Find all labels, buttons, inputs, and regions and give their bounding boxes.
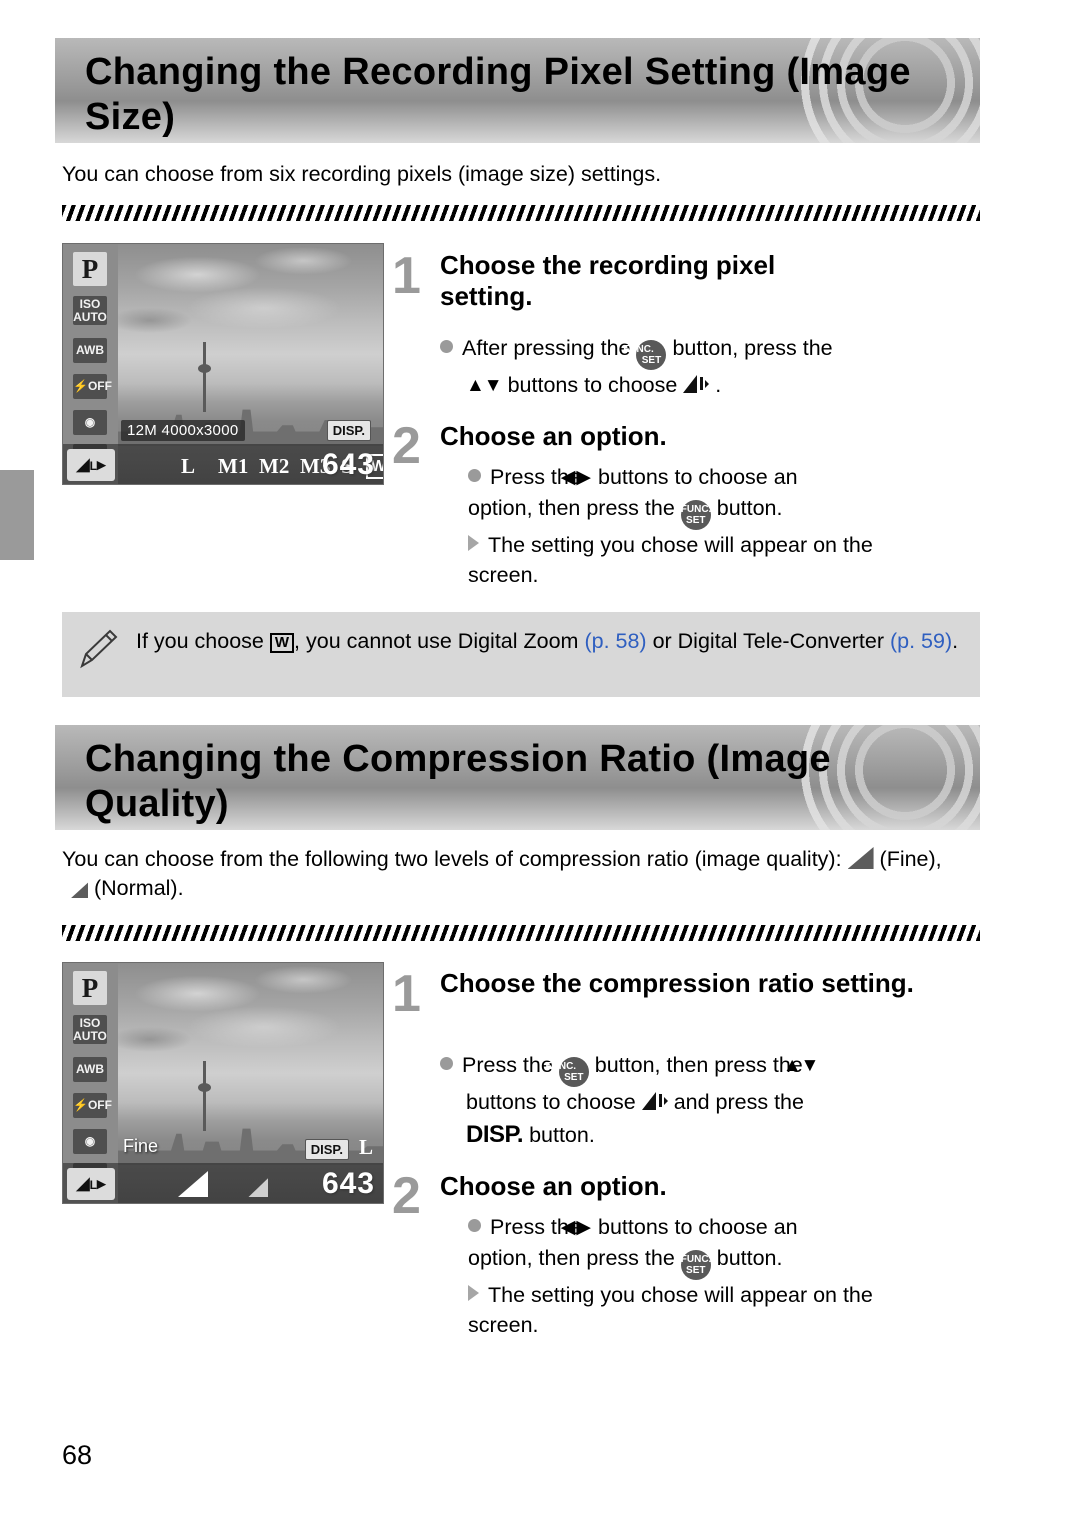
selected-quality-icon: ◢L▸	[67, 1168, 115, 1200]
note-box: If you choose W, you cannot use Digital …	[62, 612, 980, 697]
section2-step2-body: Press the ◀▶ buttons to choose an option…	[468, 1212, 988, 1341]
section1-step1-line1: After pressing the FUNC. SET button, pres…	[440, 333, 970, 370]
wide-option-icon: W	[269, 633, 295, 653]
shots-remaining: 643	[321, 1167, 375, 1200]
metering-icon: ◉	[73, 1129, 107, 1154]
func-set-button-icon: FUNC. SET	[623, 340, 667, 370]
side-chapter-tab	[0, 470, 34, 560]
bullet-dot-icon	[468, 469, 481, 482]
section2-step1-number: 1	[392, 965, 421, 1023]
iso-auto-icon: ISO AUTO	[73, 296, 107, 326]
section1-step1-title: Choose the recording pixel setting.	[440, 250, 776, 312]
mode-p-icon: P	[73, 971, 107, 1005]
func-set-button-icon: FUNC. SET	[680, 1249, 711, 1280]
section1-step2-body: Press the ◀▶ buttons to choose an option…	[468, 462, 988, 591]
bullet-dot-icon	[468, 1219, 481, 1232]
section1-step1-number: 1	[392, 247, 421, 305]
section1-heading-band: Changing the Recording Pixel Setting (Im…	[55, 38, 980, 143]
screen-tower	[198, 342, 211, 412]
section1-separator	[62, 205, 980, 221]
section1-intro: You can choose from six recording pixels…	[62, 162, 662, 186]
func-set-button-icon: FUNC. SET	[546, 1057, 589, 1087]
note-text: If you choose W, you cannot use Digital …	[136, 629, 959, 653]
bullet-dot-icon	[440, 1057, 453, 1070]
section2-camera-screen: P ISOAUTO AWB ⚡OFF ◉ ▭ Fine DISP. L ◢L▸ …	[62, 962, 384, 1204]
option-l: L	[181, 454, 196, 478]
disp-chip-extra-label: L	[358, 1135, 373, 1159]
section1-step2-title: Choose an option.	[440, 421, 667, 451]
option-m2: M2	[259, 454, 290, 478]
section2-step1-line3: DISP. button.	[466, 1120, 595, 1148]
disp-button-icon: DISP.	[466, 1120, 524, 1148]
section1-step2-number: 2	[392, 417, 421, 475]
section1-camera-screen: P ISOAUTO AWB ⚡OFF ◉ ▭ 12M 4000x3000 DIS…	[62, 243, 384, 485]
up-down-arrows-icon: ▲▼	[782, 1055, 820, 1076]
fine-quality-icon	[847, 847, 874, 869]
section2-step1-line2: buttons to choose and press the	[466, 1090, 804, 1114]
section2-step2-title: Choose an option.	[440, 1171, 667, 1201]
bullet-triangle-icon	[468, 1284, 479, 1301]
disp-chip-icon: DISP.	[326, 420, 371, 441]
flash-off-icon: ⚡OFF	[73, 1093, 112, 1118]
section2-intro: You can choose from the following two le…	[62, 847, 942, 901]
section2-step2-line1: Press the ◀▶ buttons to choose an	[468, 1212, 988, 1243]
section2-separator	[62, 925, 980, 941]
pencil-icon	[62, 612, 136, 672]
page-number: 68	[62, 1440, 93, 1470]
section1-heading: Changing the Recording Pixel Setting (Im…	[85, 51, 911, 138]
flash-off-icon: ⚡OFF	[73, 374, 112, 399]
func-set-button-icon: FUNC. SET	[680, 499, 711, 530]
bullet-triangle-icon	[468, 534, 479, 551]
bullet-dot-icon	[440, 340, 453, 353]
compression-info: Fine	[123, 1136, 159, 1156]
section2-step2-number: 2	[392, 1167, 421, 1225]
section1-step2-line1: Press the ◀▶ buttons to choose an	[468, 462, 988, 493]
mode-p-icon: P	[73, 252, 107, 286]
section1-step2-line3: The setting you chose will appear on the	[468, 530, 988, 561]
section1-step1-line2: ▲▼ buttons to choose .	[440, 370, 970, 401]
section2-step1-body: Press the FUNC. SET button, then press th…	[440, 1050, 980, 1152]
section1-step2-line2: option, then press the FUNC. SET button.	[468, 493, 988, 530]
page-link-58[interactable]: (p. 58)	[584, 629, 646, 653]
shots-remaining: 643	[321, 448, 375, 481]
disp-chip-icon: DISP.	[304, 1139, 349, 1160]
section2-step2-line2: option, then press the FUNC. SET button.	[468, 1243, 988, 1280]
section2-heading-band: Changing the Compression Ratio (Image Qu…	[55, 725, 980, 830]
resolution-l-icon	[683, 373, 710, 395]
option-m1: M1	[218, 454, 249, 478]
resolution-l-icon	[641, 1090, 668, 1112]
section2-step2-line4: screen.	[468, 1313, 539, 1338]
section1-step1-body: After pressing the FUNC. SET button, pres…	[440, 333, 970, 401]
section2-step1-title: Choose the compression ratio setting.	[440, 968, 914, 998]
metering-icon: ◉	[73, 410, 107, 435]
normal-quality-icon	[71, 882, 88, 899]
section2-step1-line1: Press the FUNC. SET button, then press th…	[440, 1050, 980, 1087]
recording-pixel-info: 12M 4000x3000	[121, 420, 245, 441]
page-link-59[interactable]: (p. 59)	[890, 629, 952, 653]
awb-icon: AWB	[73, 1057, 107, 1082]
screen-clouds	[118, 963, 383, 1103]
iso-auto-icon: ISO AUTO	[73, 1015, 107, 1045]
screen-tower	[198, 1061, 211, 1131]
section1-step2-line4: screen.	[468, 563, 539, 588]
selected-quality-icon: ◢L▸	[67, 449, 115, 481]
section2-step2-line3: The setting you chose will appear on the	[468, 1280, 988, 1311]
section2-heading: Changing the Compression Ratio (Image Qu…	[85, 738, 831, 825]
screen-clouds	[118, 244, 383, 384]
up-down-arrows-icon: ▲▼	[466, 375, 503, 396]
awb-icon: AWB	[73, 338, 107, 363]
